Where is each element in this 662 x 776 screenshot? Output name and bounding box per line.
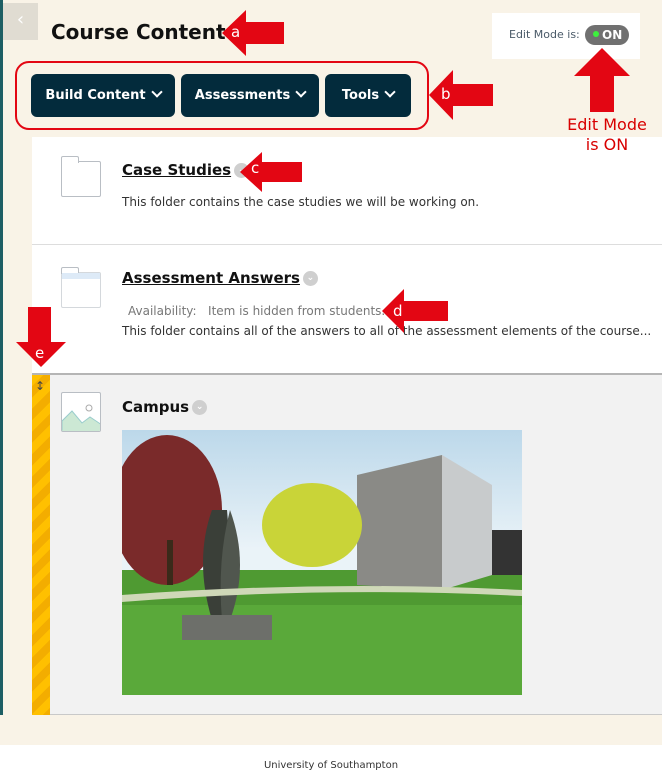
availability-status: Availability: Item is hidden from studen…	[128, 304, 386, 318]
sidebar-edge	[0, 0, 3, 715]
annotation-label-e: e	[35, 344, 45, 362]
collapse-menu-button[interactable]: ‹	[3, 3, 38, 40]
status-dot-icon	[593, 31, 599, 37]
page-title: Course Content⌄	[51, 20, 244, 44]
list-item-selected: ↕ Campus ⌄	[32, 373, 662, 715]
edit-mode-toggle[interactable]: ON	[585, 25, 629, 45]
annotation-note: Edit Mode is ON	[567, 115, 647, 154]
annotation-arrow-b	[429, 70, 493, 120]
annotation-arrow-edit-mode	[574, 48, 630, 112]
annotation-label-b: b	[441, 85, 451, 103]
item-title: Campus	[122, 398, 190, 416]
page-background: ‹ Course Content⌄ Edit Mode is: ON Build…	[0, 0, 662, 745]
reorder-arrows-icon: ↕	[35, 379, 46, 393]
list-item: Assessment Answers ⌄ Availability: Item i…	[32, 245, 662, 373]
content-list: Case Studies ⌄ This folder contains the c…	[32, 137, 662, 715]
item-description: This folder contains the case studies we…	[122, 195, 480, 209]
annotation-label-d: d	[393, 302, 403, 320]
image-icon	[61, 392, 101, 432]
context-menu-icon[interactable]: ⌄	[192, 400, 208, 415]
context-menu-icon[interactable]: ⌄	[302, 271, 318, 286]
item-title-link[interactable]: Assessment Answers	[122, 269, 300, 287]
item-title-link[interactable]: Case Studies	[122, 161, 231, 179]
annotation-oval	[15, 61, 429, 130]
footer-text: University of Southampton	[263, 760, 399, 771]
campus-photo	[122, 430, 522, 695]
drag-handle[interactable]: ↕	[32, 375, 50, 715]
chevron-left-icon: ‹	[16, 9, 25, 30]
annotation-label-c: c	[251, 159, 260, 177]
annotation-label-a: a	[231, 23, 241, 41]
annotation-arrow-c	[240, 152, 302, 192]
folder-icon	[61, 267, 101, 308]
folder-icon	[61, 156, 101, 197]
